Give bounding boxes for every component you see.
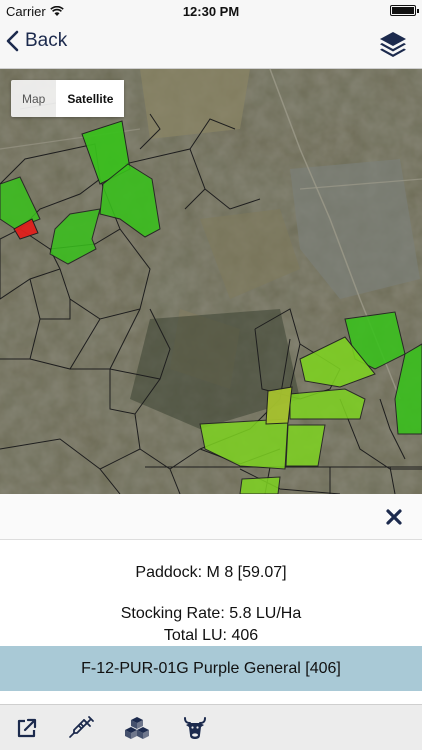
stocking-rate: Stocking Rate: 5.8 LU/Ha	[120, 605, 302, 622]
paddock-yellow	[265, 386, 293, 425]
paddock-green-7	[289, 388, 366, 420]
map-type-map[interactable]: Map	[11, 80, 56, 117]
map-type-toggle[interactable]: Map Satellite	[11, 80, 125, 117]
close-icon[interactable]	[385, 508, 403, 526]
cow-head-icon[interactable]	[182, 715, 208, 741]
layers-button[interactable]	[378, 30, 408, 63]
chevron-left-icon	[6, 30, 19, 52]
back-button[interactable]: Back	[6, 30, 67, 52]
paddock-info-panel: Paddock: M 8 [59.07] Stocking Rate: 5.8 …	[0, 541, 422, 646]
satellite-map[interactable]: Map Satellite	[0, 69, 422, 494]
clock: 12:30 PM	[182, 4, 240, 19]
paddock-green-9	[285, 424, 326, 467]
status-bar: Carrier 12:30 PM	[0, 0, 422, 22]
navigation-bar: Back	[0, 22, 422, 69]
export-icon[interactable]	[14, 715, 40, 741]
map-imagery[interactable]	[0, 69, 422, 494]
bottom-toolbar	[0, 704, 422, 750]
total-lu: Total LU: 406	[163, 627, 259, 644]
map-type-satellite[interactable]: Satellite	[56, 80, 125, 117]
herd-list-item[interactable]: F-12-PUR-01G Purple General [406]	[0, 646, 422, 691]
cubes-icon[interactable]	[124, 715, 150, 741]
syringe-icon[interactable]	[69, 715, 95, 741]
paddock-green-11	[239, 476, 281, 494]
panel-header	[0, 494, 422, 540]
layers-icon	[380, 32, 406, 57]
battery-icon	[390, 5, 419, 16]
back-label: Back	[25, 30, 68, 51]
herd-label: F-12-PUR-01G Purple General [406]	[81, 659, 341, 677]
paddock-name: Paddock: M 8 [59.07]	[135, 564, 287, 581]
